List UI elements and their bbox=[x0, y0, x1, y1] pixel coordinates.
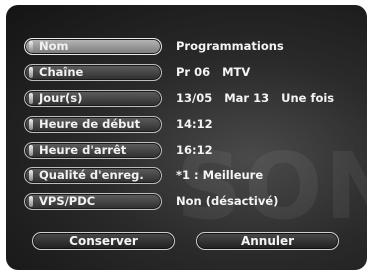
start-time-value: 14:12 bbox=[176, 117, 213, 131]
cancel-button[interactable]: Annuler bbox=[196, 232, 339, 250]
timer-settings-screen: SONY Nom Programmations Chaîne Pr 06 MTV… bbox=[6, 5, 367, 270]
start-time-field-button[interactable]: Heure de début bbox=[24, 116, 162, 133]
channel-value: Pr 06 MTV bbox=[176, 65, 251, 79]
days-value: 13/05 Mar 13 Une fois bbox=[176, 91, 335, 105]
vps-pdc-field-button[interactable]: VPS/PDC bbox=[24, 193, 162, 210]
quality-value: *1 : Meilleure bbox=[176, 168, 264, 182]
stop-time-field-button[interactable]: Heure d'arrêt bbox=[24, 142, 162, 159]
stop-time-value: 16:12 bbox=[176, 143, 213, 157]
save-button[interactable]: Conserver bbox=[32, 232, 175, 250]
name-value: Programmations bbox=[176, 39, 284, 53]
name-field-button[interactable]: Nom bbox=[24, 38, 162, 55]
quality-field-button[interactable]: Qualité d'enreg. bbox=[24, 167, 162, 184]
days-field-button[interactable]: Jour(s) bbox=[24, 90, 162, 107]
vps-pdc-value: Non (désactivé) bbox=[176, 194, 279, 208]
channel-field-button[interactable]: Chaîne bbox=[24, 64, 162, 81]
